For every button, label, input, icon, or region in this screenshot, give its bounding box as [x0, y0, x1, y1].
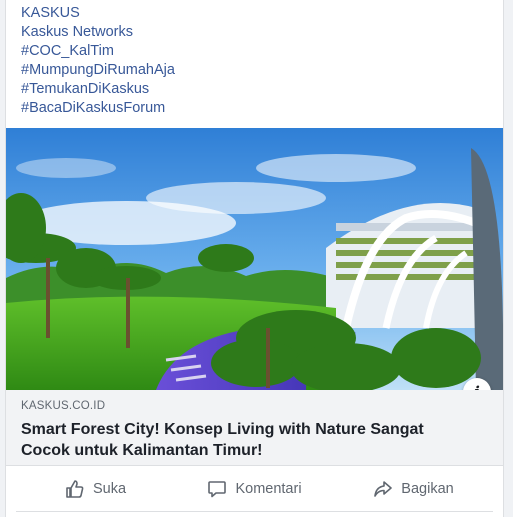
- link-preview-image[interactable]: i: [6, 128, 503, 390]
- page-link-kaskus[interactable]: KASKUS: [21, 4, 175, 23]
- resort-photo: [6, 128, 503, 390]
- hashtag-coc-kaltim[interactable]: #COC_KalTim: [21, 42, 175, 61]
- share-label: Bagikan: [401, 481, 454, 497]
- comment-button[interactable]: Komentari: [175, 467, 334, 511]
- comment-label: Komentari: [235, 481, 302, 497]
- like-button[interactable]: Suka: [16, 467, 175, 511]
- link-preview-caption[interactable]: KASKUS.CO.ID Smart Forest City! Konsep L…: [6, 390, 503, 466]
- hashtag-temukan-di-kaskus[interactable]: #TemukanDiKaskus: [21, 80, 175, 99]
- post-text: KASKUS Kaskus Networks #COC_KalTim #Mump…: [21, 4, 175, 118]
- post-actions-bar: Suka Komentari Bagikan: [16, 467, 493, 512]
- hashtag-baca-di-kaskus-forum[interactable]: #BacaDiKaskusForum: [21, 99, 175, 118]
- thumbs-up-icon: [66, 480, 84, 498]
- post-card: KASKUS Kaskus Networks #COC_KalTim #Mump…: [5, 0, 504, 517]
- share-button[interactable]: Bagikan: [334, 467, 493, 511]
- like-label: Suka: [92, 481, 127, 497]
- share-icon: [374, 481, 393, 497]
- hashtag-mumpung-di-rumah-aja[interactable]: #MumpungDiRumahAja: [21, 61, 175, 80]
- page-link-kaskus-networks[interactable]: Kaskus Networks: [21, 23, 175, 42]
- link-title[interactable]: Smart Forest City! Konsep Living with Na…: [21, 419, 461, 461]
- link-domain: KASKUS.CO.ID: [21, 400, 106, 412]
- comment-icon: [208, 481, 227, 498]
